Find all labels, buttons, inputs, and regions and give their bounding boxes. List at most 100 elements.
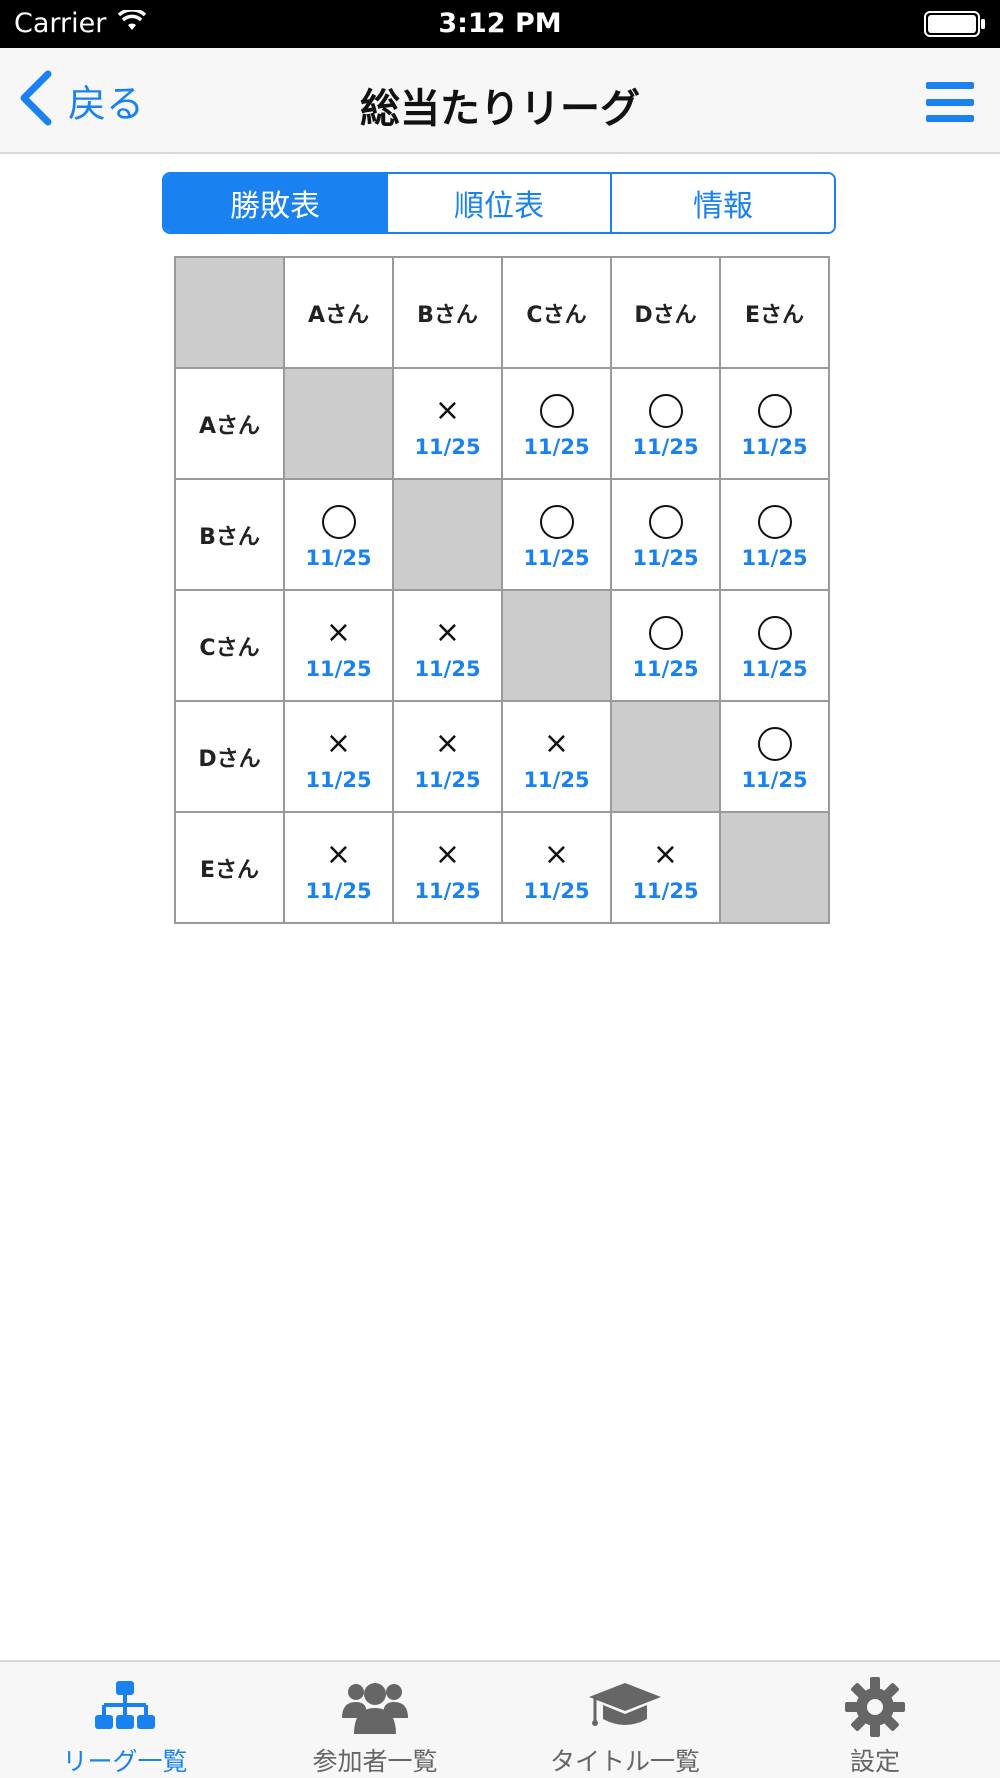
row-header: Aさん (174, 367, 285, 480)
row-header: Cさん (174, 589, 285, 702)
loss-mark: × (325, 836, 352, 872)
result-cell[interactable]: × 11/25 (283, 811, 394, 924)
circle-icon (757, 727, 792, 761)
result-cell[interactable]: 11/25 (719, 700, 830, 813)
match-date: 11/25 (414, 878, 481, 903)
segment-2[interactable]: 情報 (612, 174, 834, 232)
loss-mark: × (434, 725, 461, 761)
result-cell[interactable]: 11/25 (719, 367, 830, 480)
match-date: 11/25 (741, 545, 808, 570)
status-time: 3:12 PM (438, 8, 562, 39)
loss-mark: × (325, 725, 352, 761)
diagonal-cell (501, 589, 612, 702)
row-header: Dさん (174, 700, 285, 813)
result-cell[interactable]: 11/25 (719, 478, 830, 591)
result-cell[interactable]: × 11/25 (501, 811, 612, 924)
match-date: 11/25 (741, 434, 808, 459)
row-header: Bさん (174, 478, 285, 591)
diagonal-cell (719, 811, 830, 924)
result-cell[interactable]: 11/25 (501, 367, 612, 480)
navigation-bar: 戻る 総当たりリーグ (0, 48, 1000, 154)
win-mark (721, 722, 828, 766)
result-cell[interactable]: × 11/25 (392, 811, 503, 924)
result-cell[interactable]: × 11/25 (392, 589, 503, 702)
result-cell[interactable]: 11/25 (501, 478, 612, 591)
result-cell[interactable]: 11/25 (610, 589, 721, 702)
back-label: 戻る (68, 81, 145, 126)
circle-icon (648, 616, 683, 650)
back-button[interactable]: 戻る (18, 70, 145, 128)
loss-mark: × (434, 392, 461, 428)
battery-icon (924, 11, 986, 41)
match-date: 11/25 (523, 434, 590, 459)
tab-label: 設定 (849, 1747, 900, 1776)
table-row: Dさん × 11/25 × 11/25 × 11/25 11/25 (174, 700, 830, 813)
result-cell[interactable]: × 11/25 (610, 811, 721, 924)
result-cell[interactable]: × 11/25 (283, 589, 394, 702)
result-cell[interactable]: 11/25 (283, 478, 394, 591)
win-mark (612, 389, 719, 433)
match-date: 11/25 (632, 545, 699, 570)
result-cell[interactable]: × 11/25 (392, 700, 503, 813)
match-date: 11/25 (523, 878, 590, 903)
result-cell[interactable]: 11/25 (719, 589, 830, 702)
result-cell[interactable]: 11/25 (610, 367, 721, 480)
win-mark (721, 611, 828, 655)
column-header: Dさん (610, 256, 721, 369)
table-row: Eさん × 11/25 × 11/25 × 11/25 × 11/25 (174, 811, 830, 924)
match-date: 11/25 (414, 767, 481, 792)
tab-bar: リーグ一覧 参加者一覧 タイトル一覧 設定 (0, 1660, 1000, 1778)
loss-mark: × (543, 836, 570, 872)
diagonal-cell (610, 700, 721, 813)
result-cell[interactable]: × 11/25 (392, 367, 503, 480)
match-date: 11/25 (741, 767, 808, 792)
loss-mark: × (434, 836, 461, 872)
match-date: 11/25 (632, 656, 699, 681)
win-mark (721, 500, 828, 544)
graduation-cap-icon (587, 1676, 663, 1738)
win-mark (612, 500, 719, 544)
diagonal-cell (392, 478, 503, 591)
app-screen: Carrier 3:12 PM 戻る 総当たりリーグ 勝敗表 順位表 情報 Aさ… (0, 0, 1000, 1778)
result-cell[interactable]: 11/25 (610, 478, 721, 591)
results-table: Aさん Bさん Cさん Dさん Eさん Aさん × 11/25 11/25 11/25 11/25 B… (174, 256, 830, 924)
match-date: 11/25 (632, 878, 699, 903)
win-mark (503, 500, 610, 544)
gear-icon (845, 1676, 905, 1738)
menu-button[interactable] (926, 82, 974, 122)
tab-users[interactable]: 参加者一覧 (250, 1662, 500, 1778)
circle-icon (539, 394, 574, 428)
users-icon (342, 1676, 408, 1738)
circle-icon (321, 505, 356, 539)
tab-label: 参加者一覧 (312, 1747, 438, 1776)
loss-mark: × (652, 836, 679, 872)
tab-gear[interactable]: 設定 (750, 1662, 1000, 1778)
segmented-control: 勝敗表 順位表 情報 (162, 172, 836, 234)
hamburger-icon (926, 82, 974, 89)
result-cell[interactable]: × 11/25 (283, 700, 394, 813)
loss-mark: × (325, 614, 352, 650)
match-date: 11/25 (305, 656, 372, 681)
segment-0[interactable]: 勝敗表 (164, 174, 388, 232)
loss-mark: × (434, 614, 461, 650)
match-date: 11/25 (741, 656, 808, 681)
result-cell[interactable]: × 11/25 (501, 700, 612, 813)
match-date: 11/25 (305, 767, 372, 792)
match-date: 11/25 (305, 545, 372, 570)
win-mark (285, 500, 392, 544)
status-bar: Carrier 3:12 PM (0, 0, 1000, 48)
circle-icon (539, 505, 574, 539)
segment-1[interactable]: 順位表 (388, 174, 612, 232)
match-date: 11/25 (632, 434, 699, 459)
circle-icon (648, 394, 683, 428)
page-title: 総当たりリーグ (360, 86, 640, 132)
win-mark (612, 611, 719, 655)
column-header: Eさん (719, 256, 830, 369)
column-header: Cさん (501, 256, 612, 369)
tab-label: リーグ一覧 (62, 1747, 188, 1776)
tab-sitemap[interactable]: リーグ一覧 (0, 1662, 250, 1778)
match-date: 11/25 (523, 545, 590, 570)
row-header: Eさん (174, 811, 285, 924)
tab-graduation-cap[interactable]: タイトル一覧 (500, 1662, 750, 1778)
match-date: 11/25 (305, 878, 372, 903)
